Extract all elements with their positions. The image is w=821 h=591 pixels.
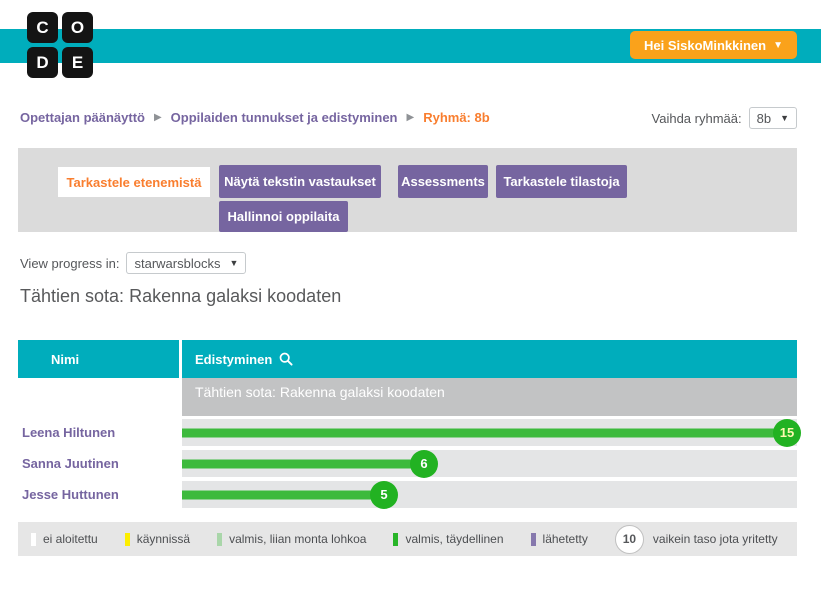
logo-letter-c: C xyxy=(27,12,58,43)
legend-label: vaikein taso jota yritetty xyxy=(653,532,778,546)
legend-swatch-icon xyxy=(531,533,536,546)
table-row: Sanna Juutinen 6 xyxy=(18,450,797,477)
student-name[interactable]: Leena Hiltunen xyxy=(18,419,182,446)
progress-bar xyxy=(182,459,424,468)
caret-down-icon: ▼ xyxy=(773,40,783,51)
progress-track[interactable]: 15 xyxy=(182,419,797,446)
legend-swatch-icon xyxy=(125,533,130,546)
breadcrumb: Opettajan päänäyttö ▶ Oppilaiden tunnuks… xyxy=(20,110,490,125)
caret-down-icon: ▼ xyxy=(229,258,238,268)
legend-swatch-icon xyxy=(31,533,36,546)
course-select[interactable]: starwarsblocks ▼ xyxy=(126,252,246,274)
group-switcher-label: Vaihda ryhmää: xyxy=(652,111,742,126)
progress-filter: View progress in: starwarsblocks ▼ xyxy=(20,252,246,274)
legend-item: valmis, liian monta lohkoa xyxy=(217,532,366,546)
table-row: Leena Hiltunen15 xyxy=(18,419,797,446)
progress-bar xyxy=(182,490,384,499)
teacher-dashboard-page: C O D E Hei SiskoMinkkinen ▼ Opettajan p… xyxy=(0,0,821,591)
column-header-name: Nimi xyxy=(18,340,179,378)
student-progress-rows: Leena Hiltunen15Sanna Juutinen6Jesse Hut… xyxy=(18,419,797,512)
caret-down-icon: ▼ xyxy=(780,113,789,123)
user-menu-button[interactable]: Hei SiskoMinkkinen ▼ xyxy=(630,31,797,59)
legend-label: valmis, täydellinen xyxy=(405,532,503,546)
legend-swatch-icon xyxy=(217,533,222,546)
script-title: Tähtien sota: Rakenna galaksi koodaten xyxy=(20,286,341,307)
progress-filter-label: View progress in: xyxy=(20,256,119,271)
breadcrumb-link-home[interactable]: Opettajan päänäyttö xyxy=(20,110,145,125)
zoom-magnifier-icon[interactable] xyxy=(279,352,293,366)
table-row: Jesse Huttunen 5 xyxy=(18,481,797,508)
progress-legend: ei aloitettu käynnissä valmis, liian monta… xyxy=(18,522,797,556)
breadcrumb-separator-icon: ▶ xyxy=(407,112,415,123)
highest-level-badge[interactable]: 15 xyxy=(773,419,801,447)
student-name[interactable]: Jesse Huttunen xyxy=(18,481,182,508)
logo-letter-e: E xyxy=(62,47,93,78)
progress-track[interactable]: 5 xyxy=(182,481,797,508)
breadcrumb-link-accounts[interactable]: Oppilaiden tunnukset ja edistyminen xyxy=(171,110,398,125)
legend-label: käynnissä xyxy=(137,532,190,546)
group-select[interactable]: 8b ▼ xyxy=(749,107,797,129)
course-select-value: starwarsblocks xyxy=(134,256,220,271)
logo-letter-d: D xyxy=(27,47,58,78)
stage-subheader-spacer xyxy=(18,378,182,416)
section-tab-bar: Tarkastele etenemistä Näytä tekstin vast… xyxy=(18,148,797,232)
progress-track[interactable]: 6 xyxy=(182,450,797,477)
tab-manage-students[interactable]: Hallinnoi oppilaita xyxy=(219,201,348,232)
progress-bar xyxy=(182,428,787,437)
logo-letter-o: O xyxy=(62,12,93,43)
breadcrumb-current-group: Ryhmä: 8b xyxy=(423,110,489,125)
student-name[interactable]: Sanna Juutinen xyxy=(18,450,182,477)
group-select-value: 8b xyxy=(757,111,771,126)
tab-assessments[interactable]: Assessments xyxy=(398,165,488,198)
highest-level-badge[interactable]: 6 xyxy=(410,450,438,478)
legend-level-circle-icon: 10 xyxy=(615,525,644,554)
legend-label: lähetetty xyxy=(543,532,588,546)
column-header-progress: Edistyminen xyxy=(182,340,797,378)
user-menu-label: Hei SiskoMinkkinen xyxy=(644,38,766,53)
legend-label: ei aloitettu xyxy=(43,532,98,546)
legend-item: ei aloitettu xyxy=(31,532,98,546)
stage-subheader-row: Tähtien sota: Rakenna galaksi koodaten xyxy=(18,378,797,416)
legend-item-hardest-level: 10 vaikein taso jota yritetty xyxy=(615,525,778,554)
legend-item: käynnissä xyxy=(125,532,190,546)
stage-subheader: Tähtien sota: Rakenna galaksi koodaten xyxy=(182,378,797,416)
table-header-row: Nimi Edistyminen xyxy=(18,340,797,378)
tab-text-responses[interactable]: Näytä tekstin vastaukset xyxy=(219,165,381,198)
group-switcher: Vaihda ryhmää: 8b ▼ xyxy=(652,107,797,129)
tab-view-progress[interactable]: Tarkastele etenemistä xyxy=(58,167,210,197)
legend-label: valmis, liian monta lohkoa xyxy=(229,532,366,546)
tab-view-stats[interactable]: Tarkastele tilastoja xyxy=(496,165,627,198)
legend-swatch-icon xyxy=(393,533,398,546)
breadcrumb-separator-icon: ▶ xyxy=(154,112,162,123)
legend-item: lähetetty xyxy=(531,532,588,546)
code-org-logo[interactable]: C O D E xyxy=(27,12,93,78)
highest-level-badge[interactable]: 5 xyxy=(370,481,398,509)
column-header-progress-label: Edistyminen xyxy=(195,352,272,367)
legend-item: valmis, täydellinen xyxy=(393,532,503,546)
